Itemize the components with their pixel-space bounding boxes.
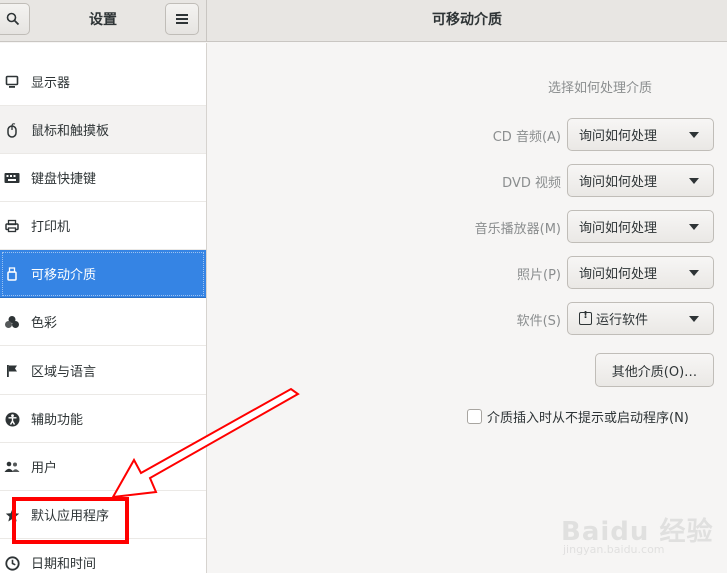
software-dropdown[interactable]: 运行软件 — [567, 302, 714, 335]
annotation-highlight-box — [12, 497, 129, 544]
cd-audio-dropdown[interactable]: 询问如何处理 — [567, 118, 714, 151]
main-menu-button[interactable] — [165, 3, 199, 35]
baidu-watermark: Baidu 经验 jingyan.baidu.com — [558, 505, 718, 565]
sidebar-item-users[interactable]: 用户 — [0, 443, 206, 491]
sidebar-item-label: 用户 — [31, 461, 58, 476]
photos-dropdown[interactable]: 询问如何处理 — [567, 256, 714, 289]
sidebar-item-region-language[interactable]: 区域与语言 — [0, 347, 206, 395]
accessibility-icon — [4, 411, 20, 427]
photos-value: 询问如何处理 — [579, 267, 658, 282]
sidebar-item-accessibility[interactable]: 辅助功能 — [0, 395, 206, 443]
cd-audio-value: 询问如何处理 — [579, 129, 658, 144]
sidebar-item-label: 可移动介质 — [31, 268, 97, 283]
dropdown-arrow-icon — [689, 224, 699, 230]
sidebar-item-label: 鼠标和触摸板 — [31, 124, 110, 139]
sidebar-item-keyboard[interactable]: 键盘快捷键 — [0, 154, 206, 202]
sidebar-border — [206, 43, 207, 573]
dropdown-arrow-icon — [689, 132, 699, 138]
sidebar-item-label: 打印机 — [31, 220, 71, 235]
dropdown-arrow-icon — [689, 178, 699, 184]
software-value: 运行软件 — [596, 313, 649, 328]
photos-label: 照片(P) — [517, 268, 561, 283]
music-player-label: 音乐播放器(M) — [474, 222, 561, 237]
sidebar-item-printer[interactable]: 打印机 — [0, 202, 206, 250]
display-icon — [4, 74, 20, 90]
sidebar-item-color[interactable]: 色彩 — [0, 298, 206, 346]
printer-icon — [4, 218, 20, 234]
page-title: 可移动介质 — [432, 12, 502, 28]
users-icon — [4, 459, 20, 475]
sidebar-item-label: 键盘快捷键 — [31, 172, 97, 187]
dropdown-arrow-icon — [689, 316, 699, 322]
sidebar-item-mouse[interactable]: 鼠标和触摸板 — [0, 106, 206, 154]
sidebar-item-label: 色彩 — [31, 316, 58, 331]
sidebar-item-date-time[interactable]: 日期和时间 — [0, 539, 206, 573]
flag-icon — [4, 363, 20, 379]
never-prompt-row[interactable]: 介质插入时从不提示或启动程序(N) — [467, 406, 689, 426]
music-player-dropdown[interactable]: 询问如何处理 — [567, 210, 714, 243]
sidebar-item-label: 区域与语言 — [31, 365, 97, 380]
mouse-icon — [4, 122, 20, 138]
clock-icon — [4, 555, 20, 571]
cd-audio-label: CD 音频(A) — [492, 130, 561, 145]
sidebar-item-removable-media[interactable]: 可移动介质 — [0, 250, 206, 298]
color-icon — [4, 314, 20, 330]
software-label: 软件(S) — [516, 314, 561, 329]
watermark-url: jingyan.baidu.com — [563, 543, 665, 556]
dropdown-arrow-icon — [689, 270, 699, 276]
warning-icon — [579, 310, 592, 325]
dvd-video-dropdown[interactable]: 询问如何处理 — [567, 164, 714, 197]
sidebar-item-label: 辅助功能 — [31, 413, 84, 428]
music-player-value: 询问如何处理 — [579, 221, 658, 236]
sidebar-item-label: 日期和时间 — [31, 557, 97, 572]
section-heading: 选择如何处理介质 — [547, 81, 652, 96]
sidebar-item-display[interactable]: 显示器 — [0, 58, 206, 106]
other-media-button[interactable]: 其他介质(O)… — [595, 353, 714, 387]
usb-drive-icon — [4, 266, 20, 282]
dvd-video-value: 询问如何处理 — [579, 175, 658, 190]
keyboard-icon — [4, 170, 20, 186]
hamburger-menu-icon — [176, 14, 188, 24]
dvd-video-label: DVD 视频 — [502, 176, 561, 191]
never-prompt-label: 介质插入时从不提示或启动程序(N) — [487, 410, 689, 426]
never-prompt-checkbox[interactable] — [467, 408, 482, 424]
sidebar-item-label: 显示器 — [31, 76, 71, 91]
